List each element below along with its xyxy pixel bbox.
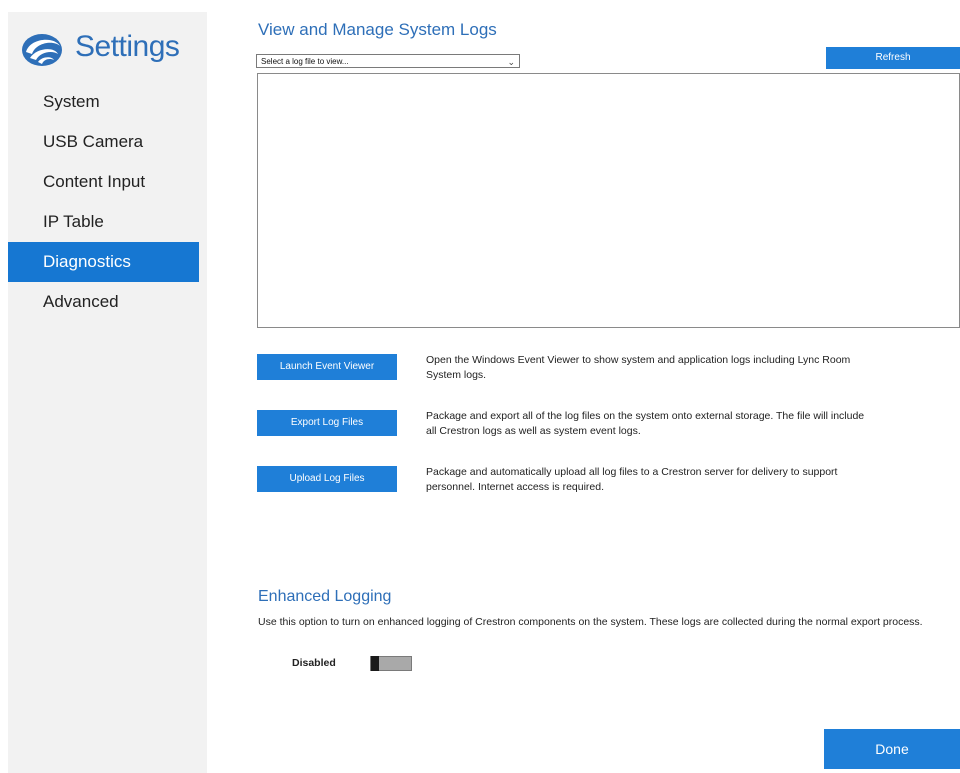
chevron-down-icon: ⌄	[507, 57, 515, 67]
toggle-knob	[371, 656, 379, 671]
sidebar-item-system[interactable]: System	[8, 82, 199, 122]
sidebar-item-diagnostics[interactable]: Diagnostics	[8, 242, 199, 282]
launch-event-viewer-description: Open the Windows Event Viewer to show sy…	[426, 354, 851, 381]
upload-log-files-description: Package and automatically upload all log…	[426, 466, 838, 493]
log-file-select[interactable]: Select a log file to view... ⌄	[256, 54, 520, 68]
sidebar-nav: System USB Camera Content Input IP Table…	[8, 82, 199, 322]
log-viewer[interactable]	[257, 73, 960, 328]
sidebar-item-content-input[interactable]: Content Input	[8, 162, 199, 202]
enhanced-logging-title: Enhanced Logging	[258, 588, 392, 605]
crestron-swirl-icon	[20, 30, 68, 70]
sidebar-item-advanced[interactable]: Advanced	[8, 282, 199, 322]
export-log-files-description: Package and export all of the log files …	[426, 410, 865, 437]
launch-event-viewer-button[interactable]: Launch Event Viewer	[257, 354, 397, 380]
sidebar-item-usb-camera[interactable]: USB Camera	[8, 122, 199, 162]
upload-log-files-button[interactable]: Upload Log Files	[257, 466, 397, 492]
sidebar-item-ip-table[interactable]: IP Table	[8, 202, 199, 242]
page-title: View and Manage System Logs	[258, 20, 497, 39]
sidebar: Settings System USB Camera Content Input…	[8, 12, 207, 773]
enhanced-logging-description: Use this option to turn on enhanced logg…	[258, 616, 923, 628]
enhanced-logging-toggle[interactable]	[370, 656, 412, 671]
app-title: Settings	[75, 30, 180, 63]
done-button[interactable]: Done	[824, 729, 960, 769]
refresh-button[interactable]: Refresh	[826, 47, 960, 69]
export-log-files-button[interactable]: Export Log Files	[257, 410, 397, 436]
enhanced-logging-toggle-label: Disabled	[292, 657, 336, 669]
log-file-select-value: Select a log file to view...	[261, 57, 349, 66]
